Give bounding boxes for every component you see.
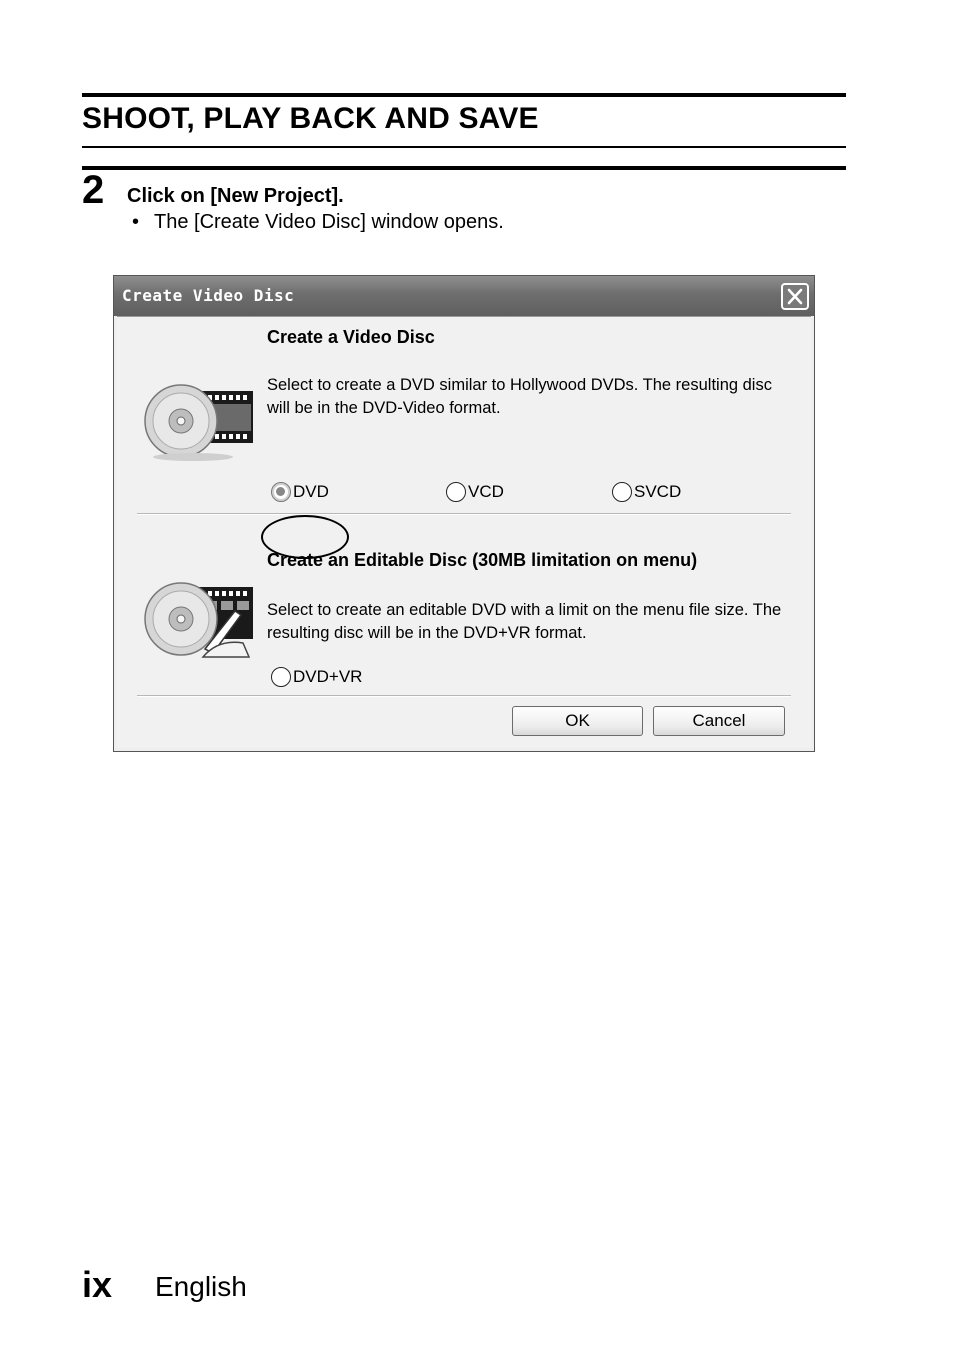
dialog-body: Create a Video Disc Select to create a D…: [117, 316, 811, 748]
bullet-marker: •: [132, 211, 140, 233]
page-number: ix: [82, 1264, 113, 1305]
radio-dvd[interactable]: DVD: [271, 482, 329, 502]
header-mid-rule: [82, 146, 846, 148]
video-disc-description: Select to create a DVD similar to Hollyw…: [267, 376, 772, 417]
radio-dvd-indicator: [271, 482, 291, 502]
disc-film-icon: [143, 377, 255, 468]
radio-vcd-indicator: [446, 482, 466, 502]
step-number: 2: [82, 168, 105, 212]
ok-button[interactable]: OK: [512, 706, 643, 736]
radio-dvd-label: DVD: [293, 482, 329, 501]
dialog-titlebar[interactable]: Create Video Disc: [114, 276, 814, 316]
dialog-title: Create Video Disc: [122, 286, 295, 305]
header-bottom-rule: [82, 166, 846, 170]
radio-svcd-indicator: [612, 482, 632, 502]
step-bullet-text: The [Create Video Disc] window opens.: [154, 211, 504, 233]
step-bullet: • The [Create Video Disc] window opens.: [132, 211, 504, 234]
section-title: SHOOT, PLAY BACK AND SAVE: [82, 102, 539, 135]
page-language: English: [155, 1271, 247, 1302]
radio-svcd[interactable]: SVCD: [612, 482, 681, 502]
radio-vcd-label: VCD: [468, 482, 504, 501]
radio-dvd-vr-label: DVD+VR: [293, 667, 363, 686]
group-separator: [137, 513, 791, 515]
buttons-separator: [137, 695, 791, 697]
editable-disc-description: Select to create an editable DVD with a …: [267, 601, 782, 642]
header-top-rule: [82, 93, 846, 97]
close-button[interactable]: [781, 283, 809, 310]
radio-dvd-vr-indicator: [271, 667, 291, 687]
video-disc-title: Create a Video Disc: [267, 327, 435, 347]
cancel-button[interactable]: Cancel: [653, 706, 785, 736]
create-video-disc-dialog: Create Video Disc Create a Video Disc Se…: [113, 275, 815, 752]
editable-disc-title: Create an Editable Disc (30MB limitation…: [267, 550, 698, 570]
radio-svcd-label: SVCD: [634, 482, 682, 501]
disc-edit-icon: [143, 577, 255, 668]
step-heading: Click on [New Project].: [127, 185, 344, 207]
radio-vcd[interactable]: VCD: [446, 482, 504, 502]
radio-dvd-vr[interactable]: DVD+VR: [271, 667, 362, 687]
